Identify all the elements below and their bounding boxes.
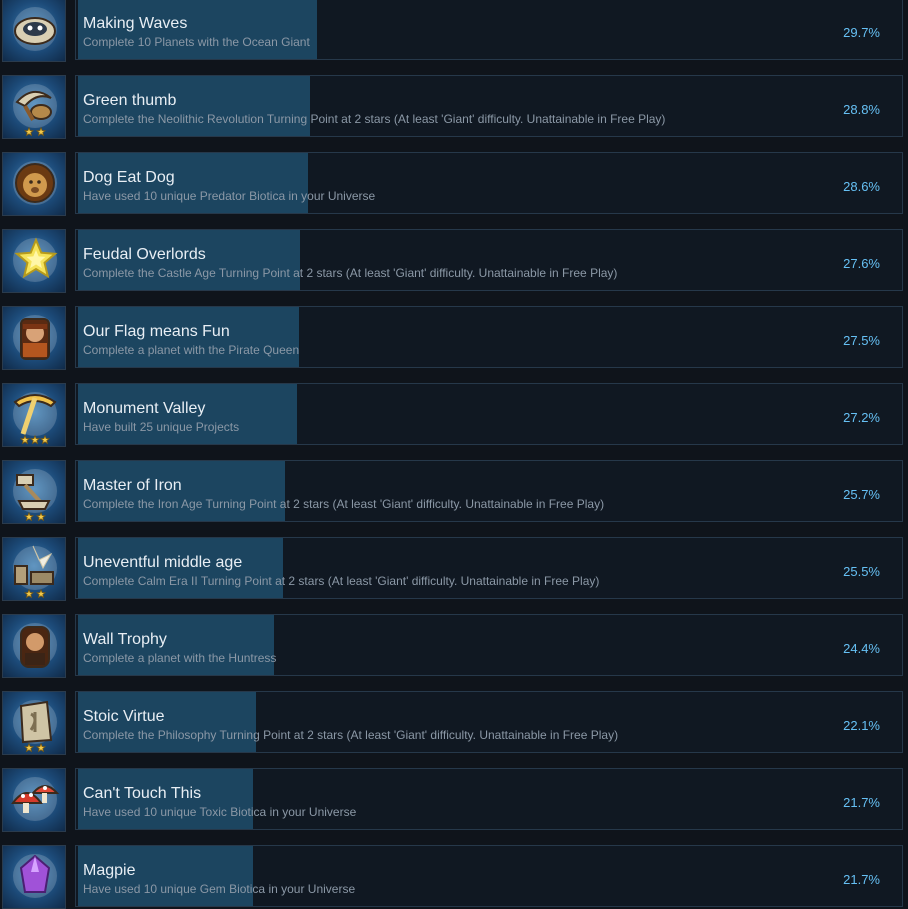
mushrooms-icon xyxy=(11,777,60,821)
achievement-row[interactable]: Green thumb Complete the Neolithic Revolu… xyxy=(0,75,908,152)
unlock-percentage: 24.4% xyxy=(843,641,880,656)
achievement-row[interactable]: Master of Iron Complete the Iron Age Turn… xyxy=(0,460,908,537)
star-rating-icon xyxy=(36,588,46,599)
unlock-percentage: 27.5% xyxy=(843,333,880,348)
broken-ruins-icon xyxy=(13,545,57,599)
achievement-icon xyxy=(2,845,66,909)
achievement-description: Complete a planet with the Pirate Queen xyxy=(83,343,300,357)
unlock-percentage: 28.8% xyxy=(843,102,880,117)
star-rating-icon xyxy=(36,511,46,522)
achievement-panel: Monument Valley Have built 25 unique Proj… xyxy=(75,383,903,445)
huntress-icon xyxy=(13,623,57,668)
achievement-title: Our Flag means Fun xyxy=(83,323,230,340)
achievement-panel: Magpie Have used 10 unique Gem Biotica in… xyxy=(75,845,903,907)
unlock-percentage: 28.6% xyxy=(843,179,880,194)
achievement-title: Can't Touch This xyxy=(83,785,202,802)
pirate-queen-icon xyxy=(13,315,57,360)
achievement-title: Green thumb xyxy=(83,92,177,109)
star-rating-icon xyxy=(40,434,50,445)
unlock-percentage: 27.6% xyxy=(843,256,880,271)
star-rating-icon xyxy=(36,742,46,753)
achievement-icon xyxy=(2,768,66,832)
achievement-description: Complete the Iron Age Turning Point at 2… xyxy=(83,497,605,511)
achievement-icon xyxy=(2,0,66,62)
achievement-icon xyxy=(2,152,66,216)
pickaxe-icon xyxy=(13,392,57,445)
achievement-icon xyxy=(2,383,66,447)
star-rating-icon xyxy=(36,126,46,137)
star-rating-icon xyxy=(30,434,40,445)
achievement-panel: Wall Trophy Complete a planet with the Hu… xyxy=(75,614,903,676)
achievement-row[interactable]: Dog Eat Dog Have used 10 unique Predator … xyxy=(0,152,908,229)
achievement-panel: Stoic Virtue Complete the Philosophy Turn… xyxy=(75,691,903,753)
achievement-title: Dog Eat Dog xyxy=(83,169,175,186)
achievement-row[interactable]: Can't Touch This Have used 10 unique Toxi… xyxy=(0,768,908,845)
achievement-icon xyxy=(2,229,66,293)
star-rating-icon xyxy=(20,434,30,445)
achievement-list: Making Waves Complete 10 Planets with the… xyxy=(0,0,908,909)
achievement-description: Complete 10 Planets with the Ocean Giant xyxy=(83,35,310,49)
achievement-panel: Master of Iron Complete the Iron Age Turn… xyxy=(75,460,903,522)
achievement-description: Have built 25 unique Projects xyxy=(83,420,240,434)
star-rating-icon xyxy=(24,588,34,599)
achievement-icon xyxy=(2,537,66,601)
star-icon xyxy=(13,237,58,282)
achievement-title: Monument Valley xyxy=(83,400,206,417)
achievement-description: Complete the Philosophy Turning Point at… xyxy=(83,728,619,742)
ocean-giant-icon xyxy=(13,7,57,51)
star-rating-icon xyxy=(24,511,34,522)
unlock-percentage: 27.2% xyxy=(843,410,880,425)
achievement-icon xyxy=(2,306,66,370)
achievement-row[interactable]: Feudal Overlords Complete the Castle Age … xyxy=(0,229,908,306)
unlock-percentage: 25.7% xyxy=(843,487,880,502)
unlock-percentage: 21.7% xyxy=(843,795,880,810)
achievement-panel: Feudal Overlords Complete the Castle Age … xyxy=(75,229,903,291)
achievement-icon xyxy=(2,691,66,755)
achievement-row[interactable]: Uneventful middle age Complete Calm Era I… xyxy=(0,537,908,614)
achievement-description: Have used 10 unique Gem Biotica in your … xyxy=(83,882,356,896)
achievement-icon xyxy=(2,614,66,678)
unlock-percentage: 25.5% xyxy=(843,564,880,579)
achievement-row[interactable]: Magpie Have used 10 unique Gem Biotica in… xyxy=(0,845,908,909)
achievement-icon xyxy=(2,460,66,524)
unlock-percentage: 29.7% xyxy=(843,25,880,40)
achievement-title: Feudal Overlords xyxy=(83,246,206,263)
achievement-description: Have used 10 unique Toxic Biotica in you… xyxy=(83,805,357,819)
lion-icon xyxy=(13,161,57,205)
achievement-icon xyxy=(2,75,66,139)
achievement-panel: Making Waves Complete 10 Planets with the… xyxy=(75,0,903,60)
achievement-description: Complete a planet with the Huntress xyxy=(83,651,277,665)
unlock-percentage: 21.7% xyxy=(843,872,880,887)
achievement-panel: Uneventful middle age Complete Calm Era I… xyxy=(75,537,903,599)
achievement-title: Magpie xyxy=(83,862,136,879)
achievement-row[interactable]: Wall Trophy Complete a planet with the Hu… xyxy=(0,614,908,691)
achievement-title: Wall Trophy xyxy=(83,631,167,648)
achievement-panel: Dog Eat Dog Have used 10 unique Predator … xyxy=(75,152,903,214)
achievement-title: Master of Iron xyxy=(83,477,182,494)
star-rating-icon xyxy=(24,742,34,753)
achievement-title: Uneventful middle age xyxy=(83,554,243,571)
achievement-panel: Green thumb Complete the Neolithic Revolu… xyxy=(75,75,903,137)
achievement-row[interactable]: Stoic Virtue Complete the Philosophy Turn… xyxy=(0,691,908,768)
achievement-panel: Can't Touch This Have used 10 unique Toxi… xyxy=(75,768,903,830)
purple-gem-icon xyxy=(13,854,57,898)
achievement-panel: Our Flag means Fun Complete a planet with… xyxy=(75,306,903,368)
achievement-row[interactable]: Monument Valley Have built 25 unique Proj… xyxy=(0,383,908,460)
sickle-grain-icon xyxy=(13,84,57,137)
hammer-anvil-icon xyxy=(13,469,57,522)
star-rating-icon xyxy=(24,126,34,137)
achievement-title: Making Waves xyxy=(83,15,188,32)
unlock-percentage: 22.1% xyxy=(843,718,880,733)
achievement-description: Complete the Castle Age Turning Point at… xyxy=(83,266,618,280)
achievement-title: Stoic Virtue xyxy=(83,708,165,725)
achievement-description: Complete the Neolithic Revolution Turnin… xyxy=(83,112,666,126)
achievement-description: Complete Calm Era II Turning Point at 2 … xyxy=(83,574,600,588)
stone-tablet-icon xyxy=(13,700,57,753)
achievement-description: Have used 10 unique Predator Biotica in … xyxy=(83,189,376,203)
achievement-row[interactable]: Making Waves Complete 10 Planets with the… xyxy=(0,0,908,75)
achievement-row[interactable]: Our Flag means Fun Complete a planet with… xyxy=(0,306,908,383)
